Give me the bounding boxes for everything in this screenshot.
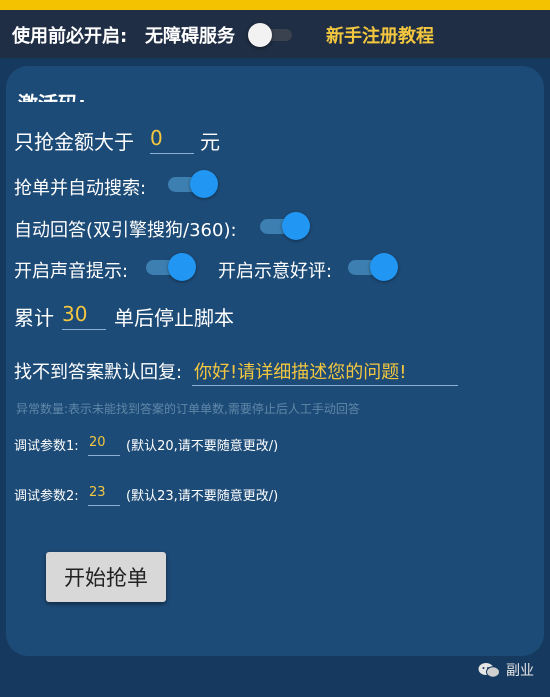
- accessibility-service-label: 无障碍服务: [145, 26, 235, 47]
- default-reply-label: 找不到答案默认回复:: [14, 362, 183, 383]
- activation-code-label: 激活码:: [18, 90, 86, 102]
- watermark: 副业: [478, 660, 534, 680]
- debug-param-2-label: 调试参数2:: [14, 489, 79, 504]
- stop-after-input[interactable]: 30: [62, 300, 106, 330]
- tutorial-link[interactable]: 新手注册教程: [326, 22, 434, 48]
- debug-param-1-note: (默认20,请不要随意更改/): [126, 439, 279, 454]
- min-amount-underline: [150, 153, 194, 154]
- min-amount-input[interactable]: 0: [150, 124, 194, 154]
- top-bar: 使用前必开启: 无障碍服务 新手注册教程: [0, 10, 550, 58]
- wechat-icon: [478, 663, 500, 678]
- start-button[interactable]: 开始抢单: [46, 552, 166, 602]
- auto-search-toggle[interactable]: [168, 170, 218, 198]
- min-amount-label: 只抢金额大于: [14, 130, 134, 154]
- auto-reply-label: 自动回答(双引擎搜狗/360):: [14, 220, 237, 241]
- toggle-knob: [168, 253, 196, 281]
- stop-after-underline: [62, 329, 106, 330]
- debug-param-2-input[interactable]: 23: [88, 482, 120, 506]
- auto-search-label: 抢单并自动搜索:: [14, 178, 147, 199]
- accessibility-service-toggle[interactable]: [248, 23, 294, 47]
- default-reply-input[interactable]: 你好!请详细描述您的问题!: [192, 354, 458, 386]
- good-review-toggle[interactable]: [348, 253, 398, 281]
- toggle-knob: [282, 212, 310, 240]
- exception-hint: 异常数量:表示未能找到答案的订单单数,需要停止后人工手动回答: [16, 402, 360, 416]
- min-amount-value: 0: [150, 126, 163, 150]
- toggle-knob: [190, 170, 218, 198]
- sound-tip-label: 开启声音提示:: [14, 261, 129, 282]
- debug-param-1-input[interactable]: 20: [88, 432, 120, 456]
- min-amount-unit: 元: [200, 130, 220, 154]
- stop-after-suffix: 单后停止脚本: [114, 306, 234, 330]
- default-reply-value: 你好!请详细描述您的问题!: [194, 362, 407, 383]
- debug-param-2-note: (默认23,请不要随意更改/): [126, 489, 279, 504]
- stop-after-prefix: 累计: [14, 306, 54, 330]
- debug-param-1-value: 20: [89, 435, 106, 450]
- default-reply-underline: [192, 385, 458, 386]
- watermark-text: 副业: [506, 663, 534, 679]
- debug-param-2-value: 23: [89, 485, 106, 500]
- toggle-knob: [248, 23, 272, 47]
- debug-param-1-underline: [88, 455, 120, 456]
- prerequisite-label: 使用前必开启:: [12, 26, 128, 47]
- toggle-knob: [370, 253, 398, 281]
- auto-reply-toggle[interactable]: [260, 212, 310, 240]
- good-review-label: 开启示意好评:: [218, 261, 333, 282]
- sound-tip-toggle[interactable]: [146, 253, 196, 281]
- stop-after-value: 30: [62, 302, 88, 326]
- top-accent-strip: [0, 0, 550, 10]
- debug-param-1-label: 调试参数1:: [14, 439, 79, 454]
- debug-param-2-underline: [88, 505, 120, 506]
